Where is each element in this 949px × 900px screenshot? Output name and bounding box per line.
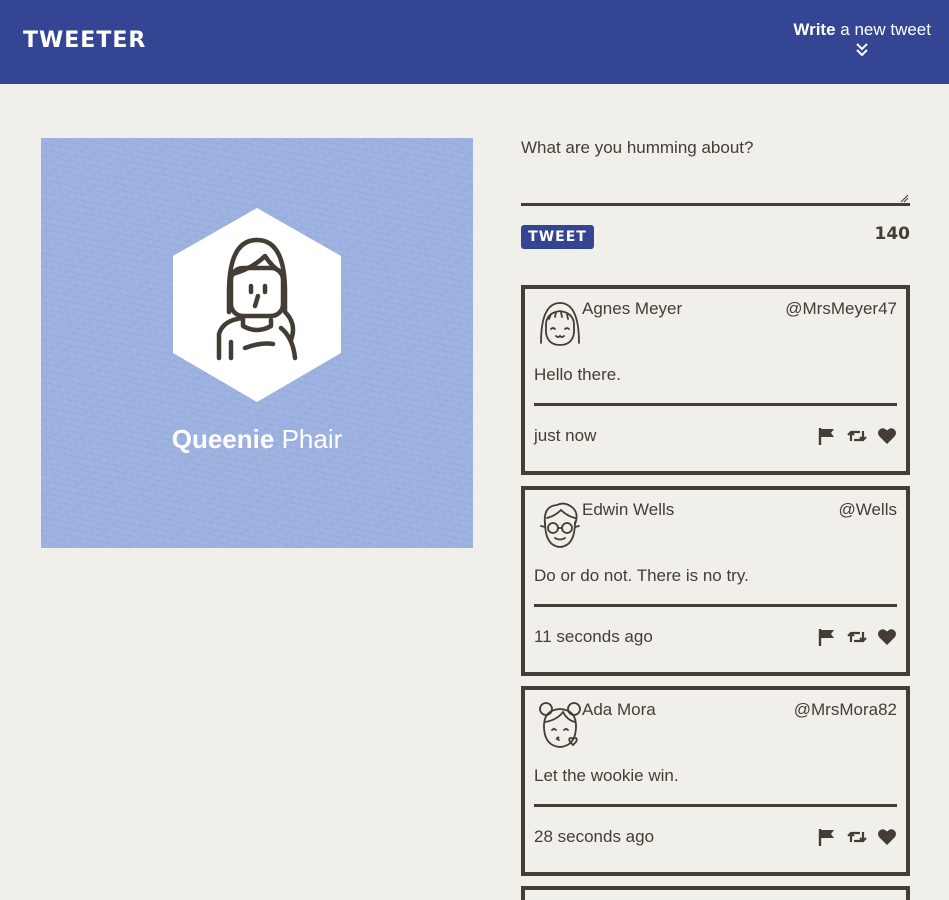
smiling-girl-bangs-avatar-icon (540, 302, 580, 346)
character-counter: 140 (874, 224, 911, 244)
tweet-divider (534, 604, 897, 607)
tweet-divider (534, 403, 897, 406)
retweet-icon[interactable] (847, 427, 867, 445)
navbar: Tweeter Write a new tweet (0, 0, 949, 84)
tweet-actions (817, 828, 897, 846)
woman-long-hair-avatar-icon (173, 208, 341, 402)
compose-label-rest: a new tweet (835, 20, 931, 39)
compose-label-bold: Write (793, 20, 836, 39)
profile-name: Queenie Phair (41, 424, 473, 455)
input-underline (521, 203, 910, 206)
tweet-text: Do or do not. There is no try. (534, 566, 749, 585)
girl-buns-kiss-avatar-icon (539, 702, 581, 748)
tweet-timestamp: 28 seconds ago (534, 827, 655, 846)
brand-logo[interactable]: Tweeter (23, 28, 146, 53)
retweet-icon[interactable] (847, 628, 867, 646)
man-glasses-avatar-icon (540, 502, 580, 548)
tweet-timestamp: 11 seconds ago (534, 627, 653, 646)
tweet-text: Let the wookie win. (534, 766, 679, 785)
heart-icon[interactable] (877, 828, 897, 846)
profile-first-name: Queenie (171, 424, 275, 454)
write-new-tweet-toggle[interactable]: Write a new tweet (793, 20, 931, 58)
tweet-author-handle: @MrsMora82 (793, 700, 897, 719)
tweet-author-name: Edwin Wells (582, 500, 675, 519)
tweet-author-name: Ada Mora (582, 700, 656, 719)
profile-card: Queenie Phair (41, 138, 473, 548)
tweet-actions (817, 427, 897, 445)
tweet-author-handle: @MrsMeyer47 (785, 299, 897, 318)
tweet-author-handle: @Wells (838, 500, 897, 519)
tweet-text: Hello there. (534, 365, 621, 384)
tweet-author-name: Agnes Meyer (582, 299, 683, 318)
tweet-divider (534, 804, 897, 807)
tweet-card: Agnes Meyer @MrsMeyer47 Hello there. jus… (521, 285, 910, 475)
tweet-card-partial (521, 886, 910, 900)
tweet-text-input[interactable] (521, 138, 910, 204)
retweet-icon[interactable] (847, 828, 867, 846)
flag-icon[interactable] (817, 628, 837, 646)
profile-last-name: Phair (281, 424, 343, 454)
tweet-card: Ada Mora @MrsMora82 Let the wookie win. … (521, 686, 910, 876)
tweet-timestamp: just now (534, 426, 597, 445)
tweet-card: Edwin Wells @Wells Do or do not. There i… (521, 486, 910, 676)
resize-grip-icon[interactable] (900, 194, 909, 203)
flag-icon[interactable] (817, 828, 837, 846)
tweet-submit-button[interactable]: Tweet (521, 225, 594, 249)
double-chevron-down-icon (856, 43, 868, 57)
tweet-actions (817, 628, 897, 646)
flag-icon[interactable] (817, 427, 837, 445)
compose-label: Write a new tweet (793, 20, 931, 39)
heart-icon[interactable] (877, 628, 897, 646)
heart-icon[interactable] (877, 427, 897, 445)
